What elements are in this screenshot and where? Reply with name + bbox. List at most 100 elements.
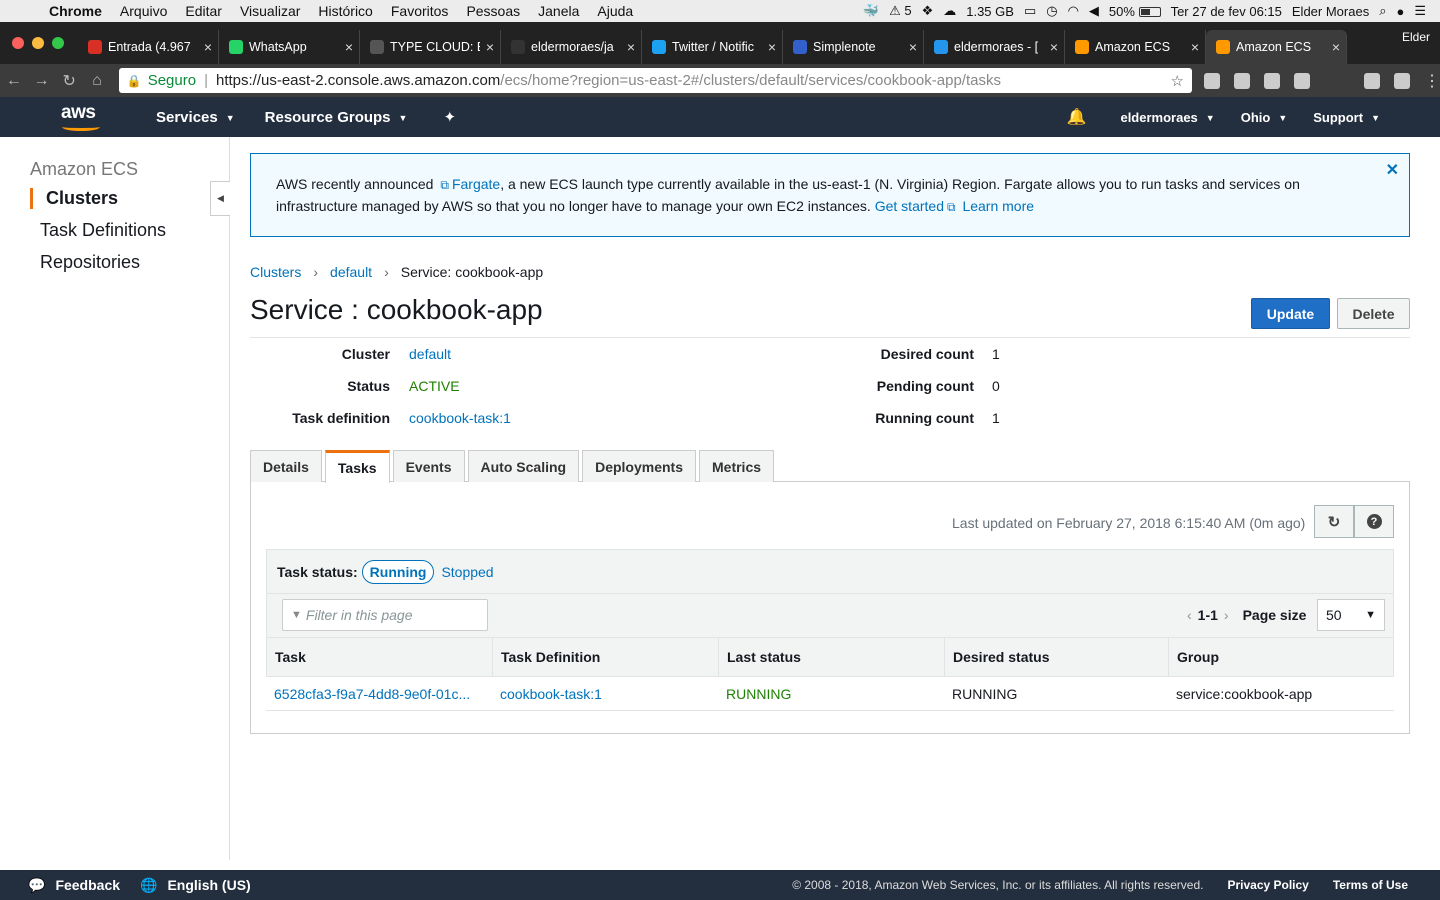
resource-groups-menu[interactable]: Resource Groups ▼ xyxy=(265,109,408,126)
account-menu[interactable]: eldermoraes ▼ xyxy=(1120,110,1214,125)
back-icon[interactable]: ← xyxy=(0,72,28,90)
tab-events[interactable]: Events xyxy=(392,450,465,482)
menu-historico[interactable]: Histórico xyxy=(309,3,381,19)
extension-icon[interactable] xyxy=(1393,72,1410,89)
airplay-icon[interactable]: ▭ xyxy=(1024,3,1036,19)
zoom-window-button[interactable] xyxy=(52,37,64,49)
tab-details[interactable]: Details xyxy=(250,450,322,482)
drive-icon[interactable] xyxy=(1233,72,1250,89)
close-tab-icon[interactable]: × xyxy=(345,39,353,55)
browser-tab[interactable]: Simplenote × xyxy=(783,30,924,64)
menu-ajuda[interactable]: Ajuda xyxy=(588,3,642,19)
close-tab-icon[interactable]: × xyxy=(1050,39,1058,55)
tab-deployments[interactable]: Deployments xyxy=(582,450,696,482)
extension-icon[interactable] xyxy=(1203,72,1220,89)
menu-janela[interactable]: Janela xyxy=(529,3,588,19)
breadcrumb-default[interactable]: default xyxy=(330,264,372,280)
notification-count[interactable]: ⚠ 5 xyxy=(889,3,912,19)
update-button[interactable]: Update xyxy=(1251,298,1330,329)
close-tab-icon[interactable]: × xyxy=(768,39,776,55)
close-window-button[interactable] xyxy=(12,37,24,49)
prev-page-icon[interactable]: ‹ xyxy=(1187,607,1192,623)
browser-tab[interactable]: Entrada (4.967 × xyxy=(78,30,219,64)
aws-logo[interactable]: aws xyxy=(60,102,104,132)
menu-visualizar[interactable]: Visualizar xyxy=(231,3,309,19)
time-machine-icon[interactable]: ◷ xyxy=(1046,3,1057,19)
spotlight-icon[interactable]: ⌕ xyxy=(1379,3,1386,19)
menu-favoritos[interactable]: Favoritos xyxy=(382,3,458,19)
column-task[interactable]: Task xyxy=(267,638,493,676)
page-size-select[interactable]: 50 ▼ xyxy=(1317,599,1385,631)
tab-tasks[interactable]: Tasks xyxy=(324,450,390,483)
tab-metrics[interactable]: Metrics xyxy=(699,450,775,482)
menu-editar[interactable]: Editar xyxy=(176,3,231,19)
wifi-icon[interactable]: ◠ xyxy=(1068,3,1079,19)
cluster-link[interactable]: default xyxy=(409,346,451,362)
menu-arquivo[interactable]: Arquivo xyxy=(111,3,176,19)
browser-tab[interactable]: WhatsApp × xyxy=(219,30,360,64)
notification-center-icon[interactable]: ☰ xyxy=(1414,3,1426,19)
clock[interactable]: Ter 27 de fev 06:15 xyxy=(1171,4,1282,19)
forward-icon[interactable]: → xyxy=(28,72,56,90)
browser-tab[interactable]: Twitter / Notific × xyxy=(642,30,783,64)
services-menu[interactable]: Services ▼ xyxy=(156,109,235,126)
privacy-policy-link[interactable]: Privacy Policy xyxy=(1227,878,1308,892)
siri-icon[interactable]: ● xyxy=(1396,4,1404,19)
language-button[interactable]: 🌐 English (US) xyxy=(140,877,251,894)
help-button[interactable]: ? xyxy=(1354,505,1394,538)
breadcrumb-clusters[interactable]: Clusters xyxy=(250,264,301,280)
tab-auto-scaling[interactable]: Auto Scaling xyxy=(467,450,580,482)
browser-tab[interactable]: Amazon ECS × xyxy=(1206,30,1347,64)
task-definition-link[interactable]: cookbook-task:1 xyxy=(500,686,602,702)
browser-tab[interactable]: eldermoraes - [× xyxy=(924,30,1065,64)
feedback-button[interactable]: 💬 Feedback xyxy=(28,877,120,894)
sidebar-item-task-definitions[interactable]: Task Definitions xyxy=(40,220,166,241)
close-tab-icon[interactable]: × xyxy=(204,39,212,55)
docker-status-icon[interactable]: 🐳 xyxy=(863,3,879,19)
region-menu[interactable]: Ohio ▼ xyxy=(1241,110,1288,125)
column-task-definition[interactable]: Task Definition xyxy=(493,638,719,676)
volume-icon[interactable]: ◀ xyxy=(1089,3,1099,19)
extension-icon[interactable] xyxy=(1293,72,1310,89)
column-group[interactable]: Group xyxy=(1169,638,1393,676)
support-menu[interactable]: Support ▼ xyxy=(1313,110,1380,125)
battery-status[interactable]: 50% xyxy=(1109,4,1161,19)
terms-of-use-link[interactable]: Terms of Use xyxy=(1333,878,1408,892)
task-id-link[interactable]: 6528cfa3-f9a7-4dd8-9e0f-01c... xyxy=(274,686,470,702)
next-page-icon[interactable]: › xyxy=(1224,607,1229,623)
sidebar-title[interactable]: Amazon ECS xyxy=(30,159,138,180)
close-tab-icon[interactable]: × xyxy=(627,39,635,55)
chrome-menu-icon[interactable]: ⋮ xyxy=(1424,71,1440,91)
bookmark-star-icon[interactable]: ☆ xyxy=(1171,72,1184,90)
stopped-filter[interactable]: Stopped xyxy=(441,564,493,580)
filter-input[interactable]: ▼ Filter in this page xyxy=(282,599,488,631)
close-tab-icon[interactable]: × xyxy=(1191,39,1199,55)
extension-icon[interactable] xyxy=(1363,72,1380,89)
close-icon[interactable]: ✕ xyxy=(1386,160,1399,181)
collapse-sidebar-icon[interactable]: ◀ xyxy=(210,181,230,216)
browser-tab[interactable]: eldermoraes/ja × xyxy=(501,30,642,64)
browser-tab[interactable]: Amazon ECS × xyxy=(1065,30,1206,64)
minimize-window-button[interactable] xyxy=(32,37,44,49)
extension-icon[interactable] xyxy=(1263,72,1280,89)
memory-status[interactable]: 1.35 GB xyxy=(966,4,1014,19)
close-tab-icon[interactable]: × xyxy=(1332,39,1340,55)
menu-app[interactable]: Chrome xyxy=(40,3,111,19)
learn-more-link[interactable]: Learn more xyxy=(962,198,1034,214)
sidebar-item-repositories[interactable]: Repositories xyxy=(40,252,140,273)
profile-button[interactable]: Elder xyxy=(1402,30,1440,64)
user-menu[interactable]: Elder Moraes xyxy=(1292,4,1369,19)
dropbox-icon[interactable]: ❖ xyxy=(922,3,934,19)
pin-icon[interactable]: ✦ xyxy=(443,108,456,126)
cloud-icon[interactable]: ☁ xyxy=(943,3,956,19)
menu-pessoas[interactable]: Pessoas xyxy=(457,3,529,19)
column-desired-status[interactable]: Desired status xyxy=(945,638,1169,676)
close-tab-icon[interactable]: × xyxy=(909,39,917,55)
get-started-link[interactable]: Get started xyxy=(875,198,944,214)
taskdef-link[interactable]: cookbook-task:1 xyxy=(409,410,511,426)
home-icon[interactable]: ⌂ xyxy=(83,72,111,90)
running-filter[interactable]: Running xyxy=(361,559,435,584)
address-bar[interactable]: 🔒 Seguro | https://us-east-2.console.aws… xyxy=(118,68,1192,93)
column-last-status[interactable]: Last status xyxy=(719,638,945,676)
bell-icon[interactable]: 🔔 xyxy=(1067,107,1087,127)
